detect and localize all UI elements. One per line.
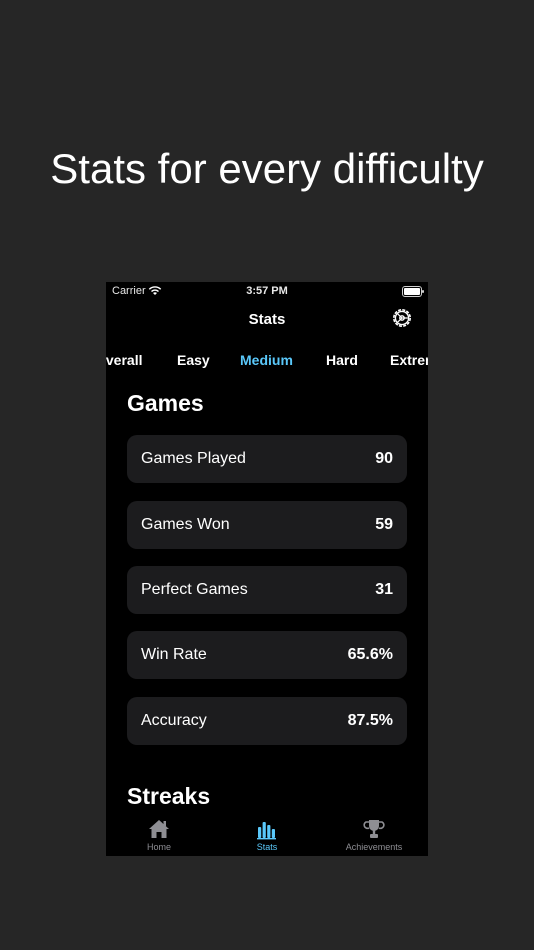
battery-icon — [402, 286, 424, 297]
bar-chart-icon — [257, 822, 276, 840]
tab-hard[interactable]: Hard — [326, 352, 358, 368]
gear-icon[interactable] — [391, 307, 413, 329]
stat-row-games-played: Games Played 90 — [127, 435, 407, 483]
trophy-icon — [363, 820, 385, 838]
stat-value: 59 — [375, 516, 393, 533]
stat-value: 65.6% — [347, 646, 393, 663]
tabbar-label: Stats — [256, 842, 278, 852]
tabbar-item-home[interactable]: Home — [119, 818, 199, 852]
house-icon — [149, 820, 169, 838]
tab-easy[interactable]: Easy — [177, 352, 210, 368]
stat-label: Perfect Games — [141, 581, 248, 598]
stat-value: 31 — [375, 581, 393, 598]
stat-row-accuracy: Accuracy 87.5% — [127, 697, 407, 745]
phone-screen: Carrier 3:57 PM Stats Overall Easy Mediu… — [106, 282, 428, 856]
stat-label: Win Rate — [141, 646, 207, 663]
tabbar-label: Achievements — [345, 842, 403, 852]
tabbar-item-stats[interactable]: Stats — [227, 818, 307, 852]
stat-label: Games Won — [141, 516, 230, 533]
section-title-games: Games — [127, 390, 204, 416]
nav-title: Stats — [248, 311, 286, 328]
tab-extreme[interactable]: Extreme — [390, 352, 428, 368]
promo-headline: Stats for every difficulty — [50, 145, 484, 192]
stat-label: Accuracy — [141, 712, 207, 729]
tab-overall[interactable]: Overall — [106, 352, 142, 368]
tabbar-item-achievements[interactable]: Achievements — [334, 818, 414, 852]
stat-row-games-won: Games Won 59 — [127, 501, 407, 549]
stat-value: 87.5% — [347, 712, 393, 729]
stat-value: 90 — [375, 450, 393, 467]
tab-bar: Home Stats Achievements — [106, 812, 428, 856]
stat-row-win-rate: Win Rate 65.6% — [127, 631, 407, 679]
stat-label: Games Played — [141, 450, 246, 467]
status-bar: Carrier 3:57 PM — [106, 282, 428, 302]
status-time: 3:57 PM — [246, 285, 288, 297]
section-title-streaks: Streaks — [127, 783, 211, 809]
difficulty-tabs: Overall Easy Medium Hard Extreme — [106, 352, 428, 372]
tab-medium[interactable]: Medium — [240, 352, 293, 368]
tabbar-label: Home — [146, 842, 171, 852]
stat-row-perfect-games: Perfect Games 31 — [127, 566, 407, 614]
